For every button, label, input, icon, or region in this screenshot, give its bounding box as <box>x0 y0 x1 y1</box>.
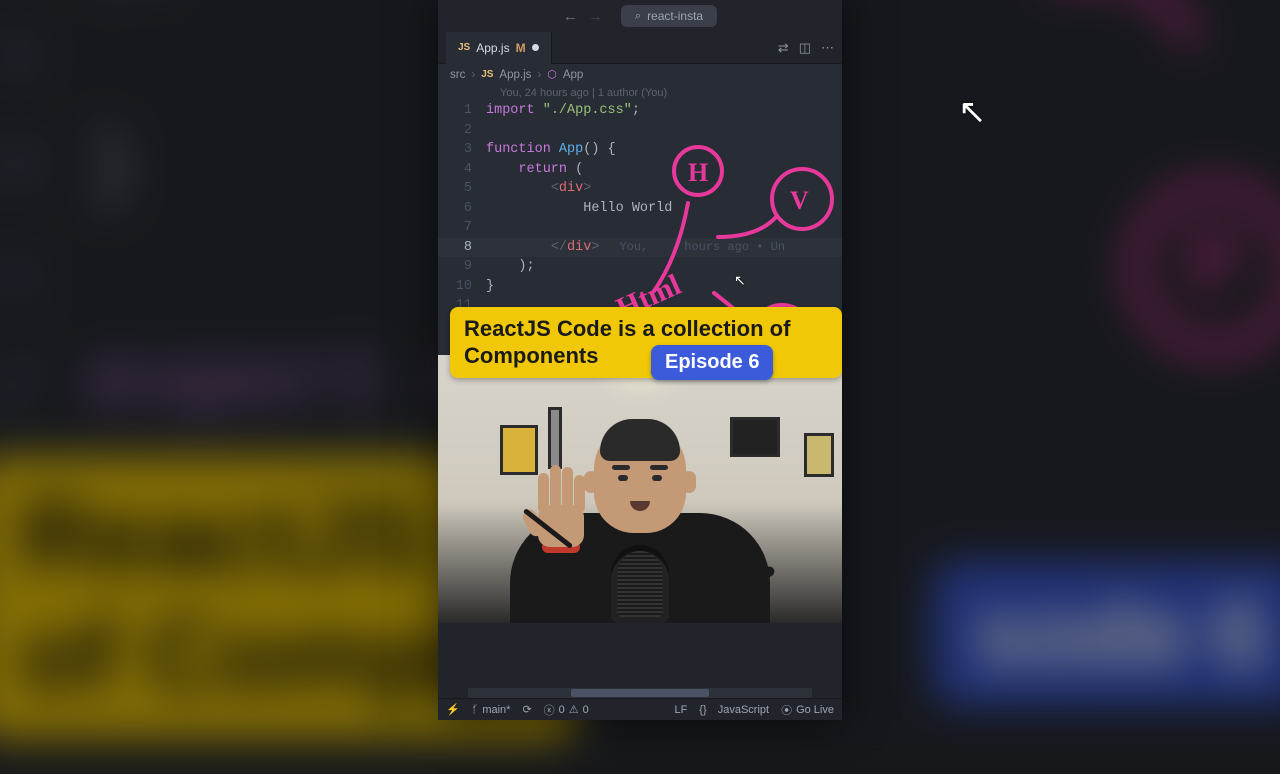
sync-button[interactable]: ⟳ <box>522 703 531 716</box>
line-number: 4 <box>438 160 486 180</box>
nav-forward-icon[interactable]: → <box>588 8 603 25</box>
more-actions-icon[interactable]: ⋯ <box>821 40 834 56</box>
line-number: 7 <box>438 218 486 238</box>
problems-indicator[interactable]: ⓧ0 ⚠0 <box>544 702 589 718</box>
line-number: 6 <box>438 199 486 219</box>
presenter-webcam <box>438 355 842 623</box>
tab-filename: App.js <box>476 41 509 55</box>
chevron-right-icon: › <box>537 69 541 81</box>
symbol-icon: ⬡ <box>547 68 557 81</box>
search-text: react-insta <box>647 9 703 23</box>
line-number: 8 <box>438 238 486 258</box>
go-live-button[interactable]: ⦿ Go Live <box>781 702 834 718</box>
git-branch[interactable]: ᚶ main* <box>472 704 511 716</box>
remote-indicator[interactable]: ⚡ <box>446 703 460 716</box>
horizontal-scrollbar[interactable] <box>468 688 812 698</box>
unsaved-dot-icon <box>532 44 539 51</box>
title-bar: ← → ⌕ react-insta <box>438 0 842 32</box>
nav-back-icon[interactable]: ← <box>563 8 578 25</box>
breadcrumb-symbol: App <box>563 69 583 81</box>
video-caption: ReactJS Code is a collection of Componen… <box>450 307 842 378</box>
editor-window: ← → ⌕ react-insta JS App.js M ⇄ ◫ ⋯ src … <box>438 0 842 720</box>
compare-changes-icon[interactable]: ⇄ <box>778 40 789 56</box>
episode-badge: Episode 6 <box>651 345 773 380</box>
error-icon: ⓧ <box>544 702 555 718</box>
line-number: 1 <box>438 101 486 121</box>
split-editor-icon[interactable]: ◫ <box>799 40 811 56</box>
branch-icon: ᚶ <box>472 704 479 716</box>
warning-icon: ⚠ <box>569 703 579 716</box>
line-number: 9 <box>438 257 486 277</box>
breadcrumb-file: App.js <box>499 69 531 81</box>
chevron-right-icon: › <box>471 69 475 81</box>
language-mode[interactable]: {} JavaScript <box>699 704 769 716</box>
tab-bar: JS App.js M ⇄ ◫ ⋯ <box>438 32 842 64</box>
modified-badge: M <box>516 41 526 55</box>
svg-text:P: P <box>1186 209 1242 311</box>
inline-git-blame: You, hours ago • Un <box>619 240 785 254</box>
js-file-icon: JS <box>481 69 493 80</box>
command-center-search[interactable]: ⌕ react-insta <box>621 5 717 27</box>
search-icon: ⌕ <box>635 10 641 23</box>
line-number: 3 <box>438 140 486 160</box>
breadcrumb[interactable]: src › JS App.js › ⬡ App <box>438 64 842 85</box>
line-number: 2 <box>438 121 486 141</box>
line-number: 5 <box>438 179 486 199</box>
js-file-icon: JS <box>458 42 470 53</box>
eol-indicator[interactable]: LF <box>674 704 687 716</box>
tab-app-js[interactable]: JS App.js M <box>446 32 552 64</box>
status-bar: ⚡ ᚶ main* ⟳ ⓧ0 ⚠0 LF {} JavaScript ⦿ Go … <box>438 698 842 720</box>
line-number: 10 <box>438 277 486 297</box>
broadcast-icon: ⦿ <box>781 702 792 718</box>
breadcrumb-folder: src <box>450 69 465 81</box>
git-codelens[interactable]: You, 24 hours ago | 1 author (You) <box>438 85 842 101</box>
